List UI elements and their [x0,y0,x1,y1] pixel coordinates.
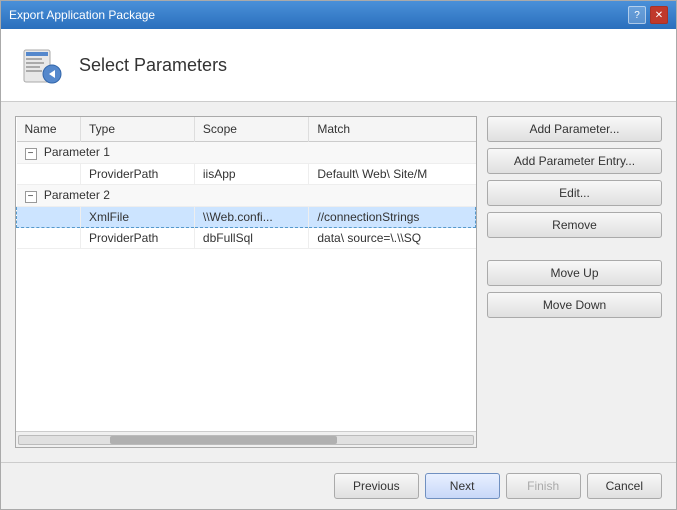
edit-button[interactable]: Edit... [487,180,662,206]
window-title: Export Application Package [9,8,155,22]
move-up-button[interactable]: Move Up [487,260,662,286]
table-row[interactable]: ProviderPath iisApp Default\ Web\ Site/M [17,164,476,185]
col-match: Match [309,117,476,142]
finish-button[interactable]: Finish [506,473,581,499]
cell-scope: dbFullSql [194,228,308,249]
table-scroll[interactable]: Name Type Scope Match − Parameter 1 [16,117,476,431]
scrollbar-track[interactable] [18,435,474,445]
next-button[interactable]: Next [425,473,500,499]
expand-icon[interactable]: − [25,191,37,203]
help-button[interactable]: ? [628,6,646,24]
cell-name [17,228,81,249]
remove-button[interactable]: Remove [487,212,662,238]
header-icon [17,41,65,89]
close-button[interactable]: ✕ [650,6,668,24]
title-bar: Export Application Package ? ✕ [1,1,676,29]
cell-type: ProviderPath [80,228,194,249]
cell-type: ProviderPath [80,164,194,185]
cell-scope: \\Web.confi... [194,207,308,228]
table-row[interactable]: ProviderPath dbFullSql data\ source=\.\\… [17,228,476,249]
table-header-row: Name Type Scope Match [17,117,476,142]
action-buttons-panel: Add Parameter... Add Parameter Entry... … [487,116,662,448]
expand-icon[interactable]: − [25,148,37,160]
parameters-table-container: Name Type Scope Match − Parameter 1 [15,116,477,448]
cancel-button[interactable]: Cancel [587,473,662,499]
add-parameter-button[interactable]: Add Parameter... [487,116,662,142]
col-name: Name [17,117,81,142]
table-row[interactable]: XmlFile \\Web.confi... //connectionStrin… [17,207,476,228]
button-spacer [487,244,662,254]
cell-scope: iisApp [194,164,308,185]
cell-name [17,164,81,185]
move-down-button[interactable]: Move Down [487,292,662,318]
scrollbar-thumb[interactable] [110,436,337,444]
parameters-table: Name Type Scope Match − Parameter 1 [16,117,476,249]
group-label: − Parameter 2 [17,185,476,207]
header-area: Select Parameters [1,29,676,102]
group-row[interactable]: − Parameter 2 [17,185,476,207]
cell-match: Default\ Web\ Site/M [309,164,476,185]
group-row[interactable]: − Parameter 1 [17,142,476,164]
cell-match: //connectionStrings [309,207,476,228]
col-scope: Scope [194,117,308,142]
main-window: Export Application Package ? ✕ Select Pa… [0,0,677,510]
add-parameter-entry-button[interactable]: Add Parameter Entry... [487,148,662,174]
horizontal-scrollbar[interactable] [16,431,476,447]
col-type: Type [80,117,194,142]
title-bar-controls: ? ✕ [628,6,668,24]
page-title: Select Parameters [79,55,227,76]
footer: Previous Next Finish Cancel [1,462,676,509]
cell-type: XmlFile [80,207,194,228]
content-area: Name Type Scope Match − Parameter 1 [1,102,676,462]
cell-match: data\ source=\.\\SQ [309,228,476,249]
previous-button[interactable]: Previous [334,473,419,499]
cell-name [17,207,81,228]
group-label: − Parameter 1 [17,142,476,164]
